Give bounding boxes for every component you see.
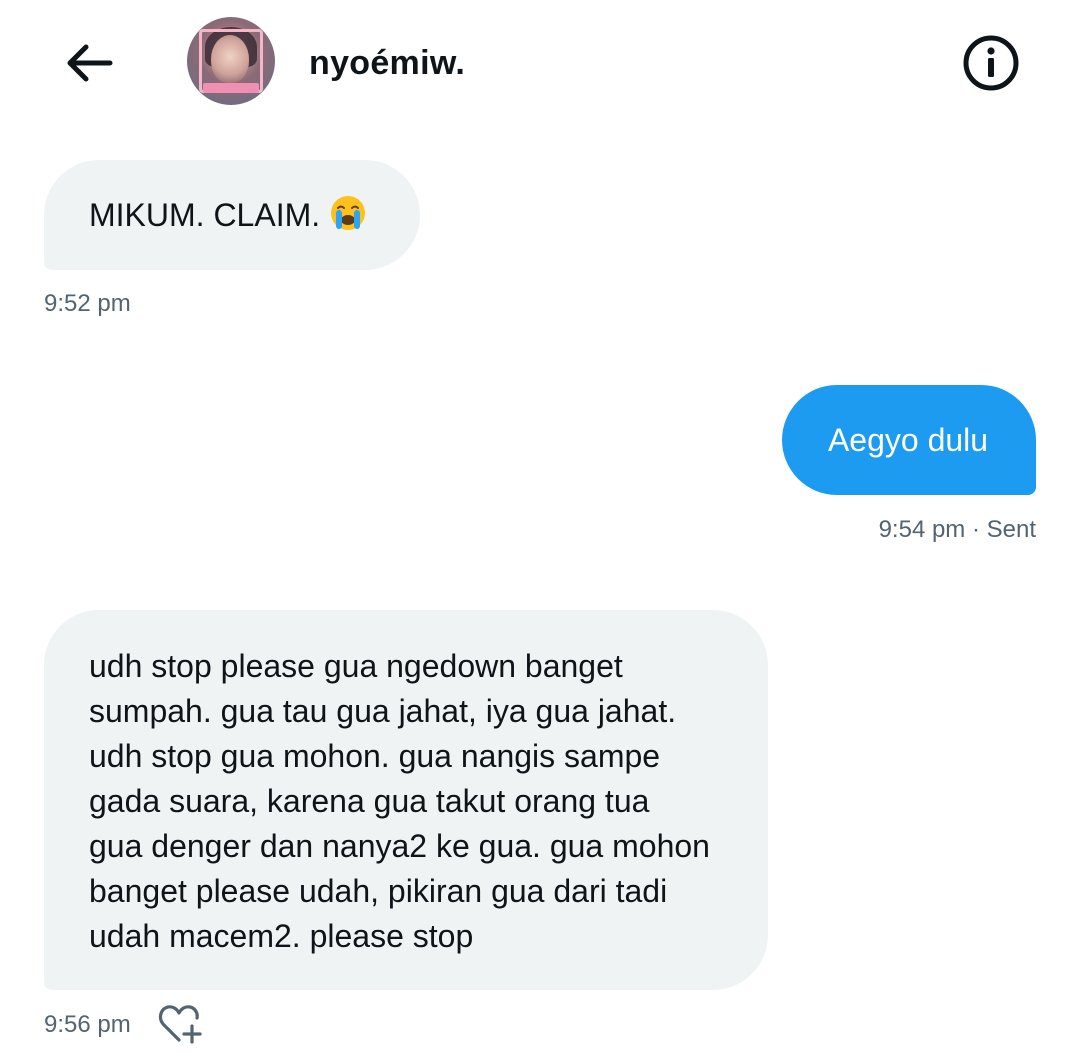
message-line: sumpah. gua tau gua jahat, iya gua jahat… [89, 693, 677, 729]
message-text: MIKUM. CLAIM. [89, 196, 321, 233]
back-button[interactable] [58, 38, 118, 88]
loudly-crying-face-icon [330, 195, 366, 231]
message-text: Aegyo dulu [827, 421, 989, 458]
message-bubble-incoming[interactable]: udh stop please gua ngedown banget sumpa… [44, 610, 768, 990]
message-bubble-incoming[interactable]: MIKUM. CLAIM. [44, 160, 420, 270]
message-line: gua denger dan nanya2 ke gua. gua mohon [89, 828, 710, 864]
message-line: udh stop gua mohon. gua nangis sampe [89, 738, 661, 774]
add-reaction-heart-icon [158, 1005, 202, 1044]
info-button[interactable] [958, 32, 1024, 94]
message-line: udh stop please gua ngedown banget [89, 648, 623, 684]
message-line: udah macem2. please stop [89, 918, 474, 954]
conversation-title[interactable]: nyoémiw. [309, 44, 465, 83]
message-line: banget please udah, pikiran gua dari tad… [89, 873, 668, 909]
message-line: gada suara, karena gua takut orang tua [89, 783, 650, 819]
info-icon [963, 35, 1019, 91]
message-timestamp: 9:56 pm [44, 1011, 131, 1038]
avatar[interactable] [187, 17, 275, 105]
message-timestamp-sent: 9:54 pm · Sent [878, 516, 1036, 543]
back-arrow-icon [67, 44, 113, 82]
message-bubble-outgoing[interactable]: Aegyo dulu [782, 385, 1036, 495]
add-reaction-button[interactable] [155, 1000, 207, 1048]
message-timestamp: 9:52 pm [44, 290, 131, 317]
